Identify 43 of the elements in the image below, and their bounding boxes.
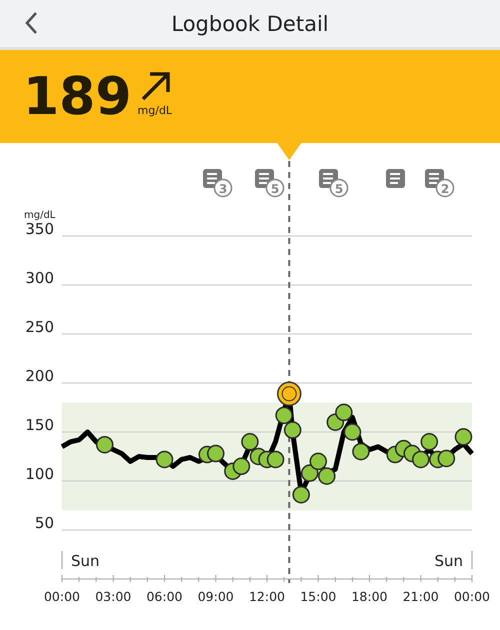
x-tick-label: 03:00 [95, 589, 132, 604]
unit-label: mg/dL [138, 104, 172, 117]
x-tick-label: 09:00 [198, 589, 234, 604]
x-tick-label: 18:00 [351, 589, 388, 604]
reading-dot[interactable] [352, 442, 370, 460]
reading-dot[interactable] [438, 450, 456, 468]
y-tick-label: 300 [25, 269, 54, 287]
note-count: 5 [270, 182, 280, 196]
day-label: Sun [71, 552, 100, 570]
note-icon[interactable] [386, 169, 405, 188]
reading-dot[interactable] [344, 423, 362, 441]
reading-dot[interactable] [156, 450, 174, 468]
note-count: 3 [218, 182, 228, 196]
x-tick-label: 12:00 [248, 589, 286, 604]
reading-dot[interactable] [454, 428, 472, 446]
y-tick-label: 150 [25, 416, 54, 434]
axis-unit-label: mg/dL [24, 210, 56, 221]
x-tick-label: 06:00 [146, 589, 183, 604]
note-icon[interactable] [203, 169, 232, 198]
reading-dot[interactable] [275, 406, 293, 424]
reading-dot[interactable] [335, 404, 353, 422]
day-label: Sun [434, 552, 463, 570]
y-tick-label: 250 [25, 318, 54, 336]
y-tick-label: 100 [25, 465, 54, 483]
x-tick-label: 00:00 [454, 589, 490, 604]
x-tick-label: 21:00 [402, 589, 439, 604]
note-count: 2 [440, 182, 450, 196]
screen-title: Logbook Detail [171, 12, 329, 36]
x-tick-label: 15:00 [300, 589, 336, 604]
note-icon[interactable] [425, 169, 454, 198]
selected-reading-marker[interactable] [276, 382, 302, 406]
back-icon [24, 11, 38, 35]
note-icon[interactable] [319, 169, 348, 198]
reading-dot[interactable] [318, 467, 336, 485]
reading-dot[interactable] [284, 421, 302, 439]
x-tick-label: 00:00 [44, 589, 80, 604]
note-count: 5 [334, 182, 344, 196]
glucose-value: 189 [23, 66, 132, 126]
y-tick-label: 350 [25, 220, 54, 238]
reading-dot[interactable] [266, 450, 284, 468]
note-icon[interactable] [255, 169, 284, 198]
y-tick-label: 50 [34, 514, 54, 532]
y-tick-label: 200 [25, 367, 54, 385]
